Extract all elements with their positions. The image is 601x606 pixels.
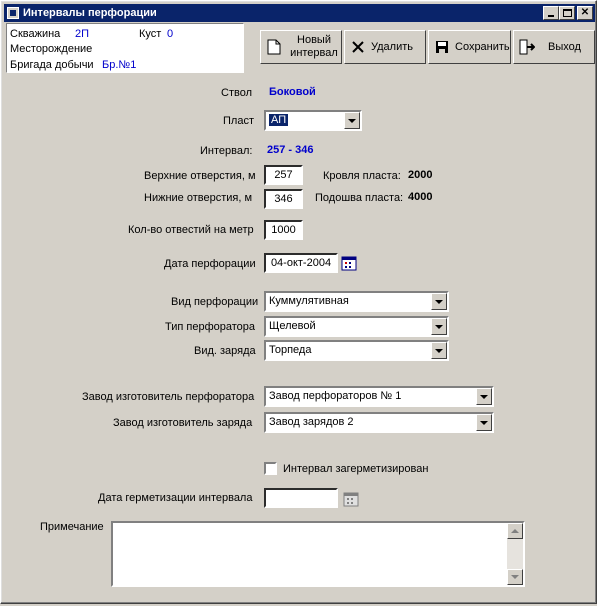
floppy-disk-icon — [433, 38, 451, 56]
perforation-type-select[interactable]: Куммулятивная — [264, 291, 449, 312]
cluster-value: 0 — [167, 28, 174, 40]
note-textarea[interactable] — [111, 521, 525, 587]
lower-holes-input[interactable]: 346 — [264, 189, 303, 209]
calendar-icon[interactable] — [342, 490, 360, 508]
save-label: Сохранить — [455, 41, 510, 53]
well-label: Скважина — [10, 28, 61, 40]
minimize-button[interactable] — [543, 6, 559, 20]
upper-holes-label: Верхние отверстия, м — [144, 170, 256, 182]
sealed-checkbox[interactable] — [264, 462, 277, 475]
layer-label: Пласт — [223, 115, 254, 127]
holes-per-meter-input[interactable]: 1000 — [264, 220, 303, 240]
perforation-date-input[interactable]: 04-окт-2004 — [264, 253, 338, 273]
chevron-down-icon[interactable] — [431, 318, 447, 335]
charge-maker-value: Завод зарядов 2 — [269, 416, 354, 428]
close-button[interactable]: ✕ — [577, 6, 593, 20]
sealed-label: Интервал загерметизирован — [283, 463, 429, 475]
delete-button[interactable]: Удалить — [344, 30, 426, 64]
window-title: Интервалы перфорации — [23, 7, 157, 19]
chevron-down-icon[interactable] — [431, 342, 447, 359]
scroll-down-icon[interactable] — [507, 569, 523, 585]
minimize-icon — [548, 15, 554, 17]
charge-type-value: Торпеда — [269, 344, 312, 356]
cluster-label: Куст — [139, 28, 162, 40]
seal-date-label: Дата герметизации интервала — [98, 492, 253, 504]
exit-button[interactable]: Выход — [513, 30, 595, 64]
well-info-panel: Скважина 2П Куст 0 Месторождение Бригада… — [6, 23, 244, 73]
maximize-icon — [562, 9, 572, 17]
sole-label: Подошва пласта: — [315, 192, 404, 204]
perforator-maker-value: Завод перфораторов № 1 — [269, 390, 402, 402]
field-label: Месторождение — [10, 43, 93, 55]
calendar-icon[interactable] — [340, 254, 358, 272]
perforator-type-label: Тип перфоратора — [165, 321, 256, 333]
background-window-strip — [597, 0, 601, 606]
lower-holes-label: Нижние отверстия, м — [144, 192, 253, 204]
interval-label: Интервал: — [200, 145, 253, 157]
chevron-down-icon[interactable] — [476, 388, 492, 405]
sole-value: 4000 — [408, 191, 433, 203]
interval-value: 257 - 346 — [267, 144, 314, 156]
roof-label: Кровля пласта: — [323, 170, 401, 182]
perforator-maker-label: Завод изготовитель перфоратора — [82, 391, 255, 403]
seal-date-input[interactable] — [264, 488, 338, 508]
scroll-up-icon[interactable] — [507, 523, 523, 539]
delete-label: Удалить — [371, 41, 413, 53]
close-icon: ✕ — [580, 7, 590, 18]
perforation-date-label: Дата перфорации — [164, 258, 256, 270]
new-interval-label-1: Новый — [297, 34, 331, 46]
charge-maker-select[interactable]: Завод зарядов 2 — [264, 412, 494, 433]
chevron-down-icon[interactable] — [344, 112, 360, 129]
well-value: 2П — [75, 28, 90, 40]
new-interval-label-2: интервал — [290, 47, 338, 59]
new-interval-button[interactable]: Новый интервал — [260, 30, 342, 64]
perforation-type-value: Куммулятивная — [269, 295, 349, 307]
layer-value: АП — [269, 114, 289, 126]
maximize-button[interactable] — [559, 6, 575, 20]
holes-per-meter-label: Кол-во отвестий на метр — [128, 224, 254, 236]
upper-holes-input[interactable]: 257 — [264, 165, 303, 185]
perforator-maker-select[interactable]: Завод перфораторов № 1 — [264, 386, 494, 407]
brigade-value: Бр.№1 — [102, 59, 137, 71]
trunk-label: Ствол — [221, 87, 252, 99]
roof-value: 2000 — [408, 169, 433, 181]
chevron-down-icon[interactable] — [431, 293, 447, 310]
new-document-icon — [265, 38, 283, 56]
perforator-type-select[interactable]: Щелевой — [264, 316, 449, 337]
charge-maker-label: Завод изготовитель заряда — [113, 417, 253, 429]
brigade-label: Бригада добычи — [10, 59, 94, 71]
perforation-type-label: Вид перфорации — [171, 296, 259, 308]
save-button[interactable]: Сохранить — [428, 30, 511, 64]
delete-x-icon — [349, 38, 367, 56]
exit-door-icon — [518, 38, 536, 56]
chevron-down-icon[interactable] — [476, 414, 492, 431]
note-scrollbar[interactable] — [507, 523, 523, 585]
layer-select[interactable]: АП — [264, 110, 362, 131]
charge-type-select[interactable]: Торпеда — [264, 340, 449, 361]
perforator-type-value: Щелевой — [269, 320, 316, 332]
title-bar[interactable]: Интервалы перфорации ✕ — [4, 4, 595, 22]
note-label: Примечание — [40, 521, 104, 533]
perforation-intervals-window: Интервалы перфорации ✕ Скважина 2П Куст … — [0, 0, 597, 604]
exit-label: Выход — [548, 41, 581, 53]
app-icon — [7, 7, 19, 19]
trunk-value: Боковой — [269, 86, 316, 98]
charge-type-label: Вид. заряда — [194, 345, 256, 357]
